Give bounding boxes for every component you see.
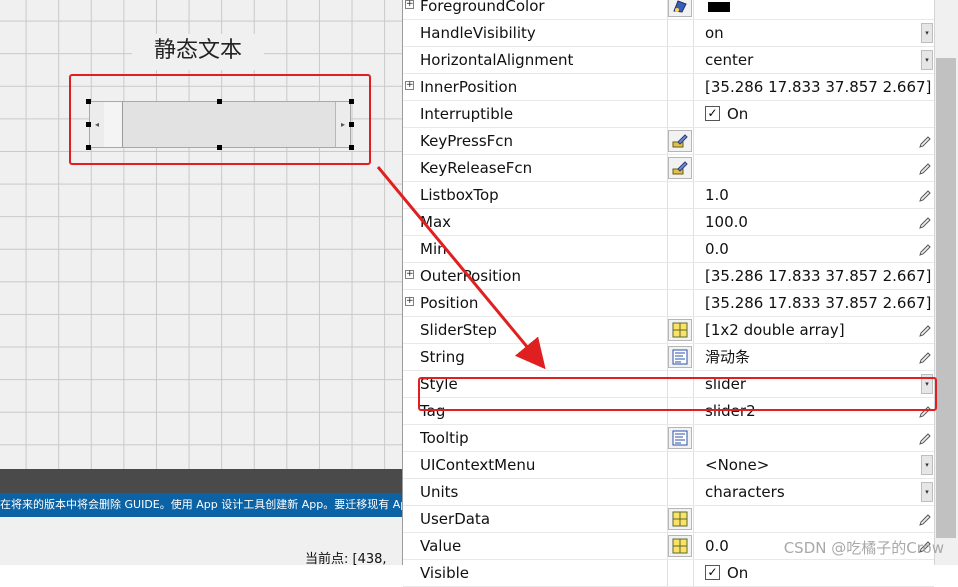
annotation-arrow (376, 166, 546, 370)
checkbox[interactable]: ✓ (705, 565, 720, 580)
watermark-text: CSDN @吃橘子的Crow (783, 539, 944, 557)
